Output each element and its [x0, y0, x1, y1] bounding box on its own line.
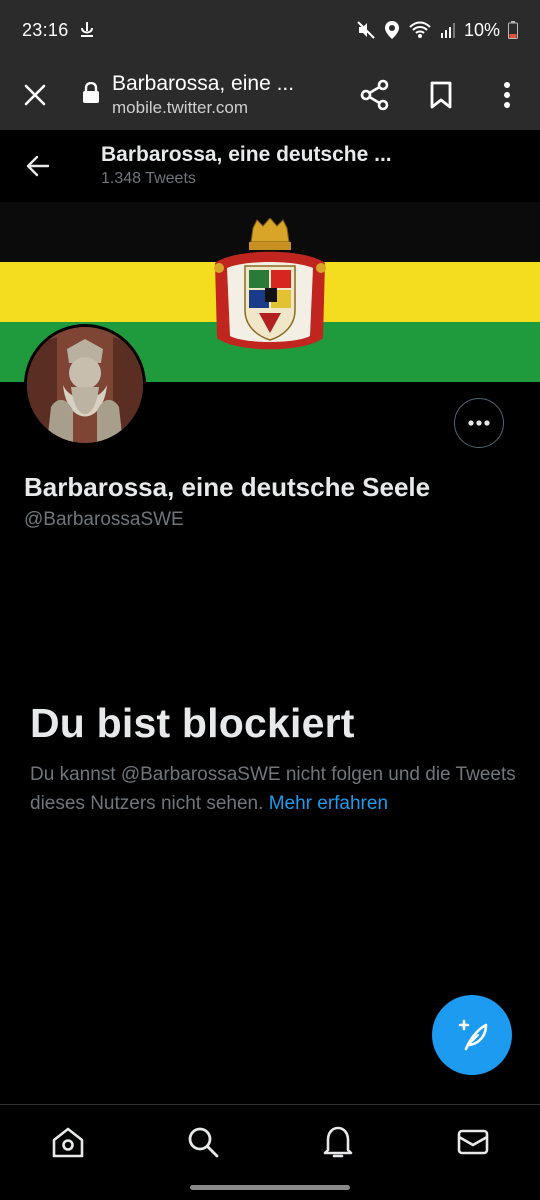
header-tweet-count: 1.348 Tweets — [101, 170, 196, 187]
mute-icon — [356, 20, 376, 40]
battery-icon — [508, 21, 518, 39]
share-icon — [360, 79, 389, 111]
bottom-navigation — [0, 1104, 540, 1178]
signal-icon — [440, 21, 456, 39]
location-icon — [384, 20, 400, 40]
more-options-button[interactable] — [454, 398, 504, 448]
battery-percent: 10% — [463, 19, 500, 40]
nav-search[interactable] — [163, 1107, 243, 1177]
status-bar: 23:16 10% — [0, 0, 540, 60]
learn-more-link[interactable]: Mehr erfahren — [269, 793, 388, 814]
back-arrow-icon — [26, 155, 50, 177]
profile-header: Barbarossa, eine deutsche ... 1.348 Twee… — [0, 130, 540, 202]
messages-icon — [457, 1129, 488, 1154]
tab-url: mobile.twitter.com — [112, 98, 249, 117]
wifi-icon — [408, 20, 432, 40]
header-name: Barbarossa, eine deutsche ... — [101, 143, 392, 166]
profile-display-name: Barbarossa, eine deutsche Seele — [24, 472, 431, 502]
tab-info: Barbarossa, eine ... mobile.twitter.com — [70, 71, 342, 119]
tab-title: Barbarossa, eine ... — [112, 72, 295, 95]
gesture-bar[interactable] — [190, 1185, 350, 1190]
nav-messages[interactable] — [433, 1107, 513, 1177]
back-button[interactable] — [0, 130, 76, 202]
browser-toolbar: Barbarossa, eine ... mobile.twitter.com — [0, 60, 540, 130]
close-tab-button[interactable] — [0, 60, 70, 130]
bookmark-icon — [430, 81, 452, 109]
coat-of-arms-image — [214, 218, 326, 350]
nav-notifications[interactable] — [298, 1107, 378, 1177]
lock-icon[interactable] — [82, 81, 100, 109]
compose-tweet-button[interactable] — [432, 995, 512, 1075]
home-icon — [52, 1127, 83, 1157]
notifications-icon — [323, 1126, 352, 1157]
profile-handle: @BarbarossaSWE — [24, 509, 184, 530]
share-button[interactable] — [342, 60, 408, 130]
blocked-description: Du kannst @BarbarossaSWE nicht folgen un… — [30, 760, 520, 818]
more-horizontal-icon — [468, 420, 490, 426]
avatar[interactable] — [24, 324, 146, 446]
bookmark-button[interactable] — [408, 60, 474, 130]
blocked-title: Du bist blockiert — [30, 700, 355, 746]
status-time: 23:16 — [22, 19, 69, 40]
notification-icon — [79, 21, 95, 39]
close-icon — [24, 84, 46, 106]
compose-feather-icon — [458, 1019, 488, 1051]
more-vertical-icon — [504, 82, 510, 108]
avatar-image — [27, 327, 143, 443]
overflow-menu-button[interactable] — [474, 60, 540, 130]
nav-home[interactable] — [28, 1107, 108, 1177]
search-icon — [188, 1127, 218, 1157]
